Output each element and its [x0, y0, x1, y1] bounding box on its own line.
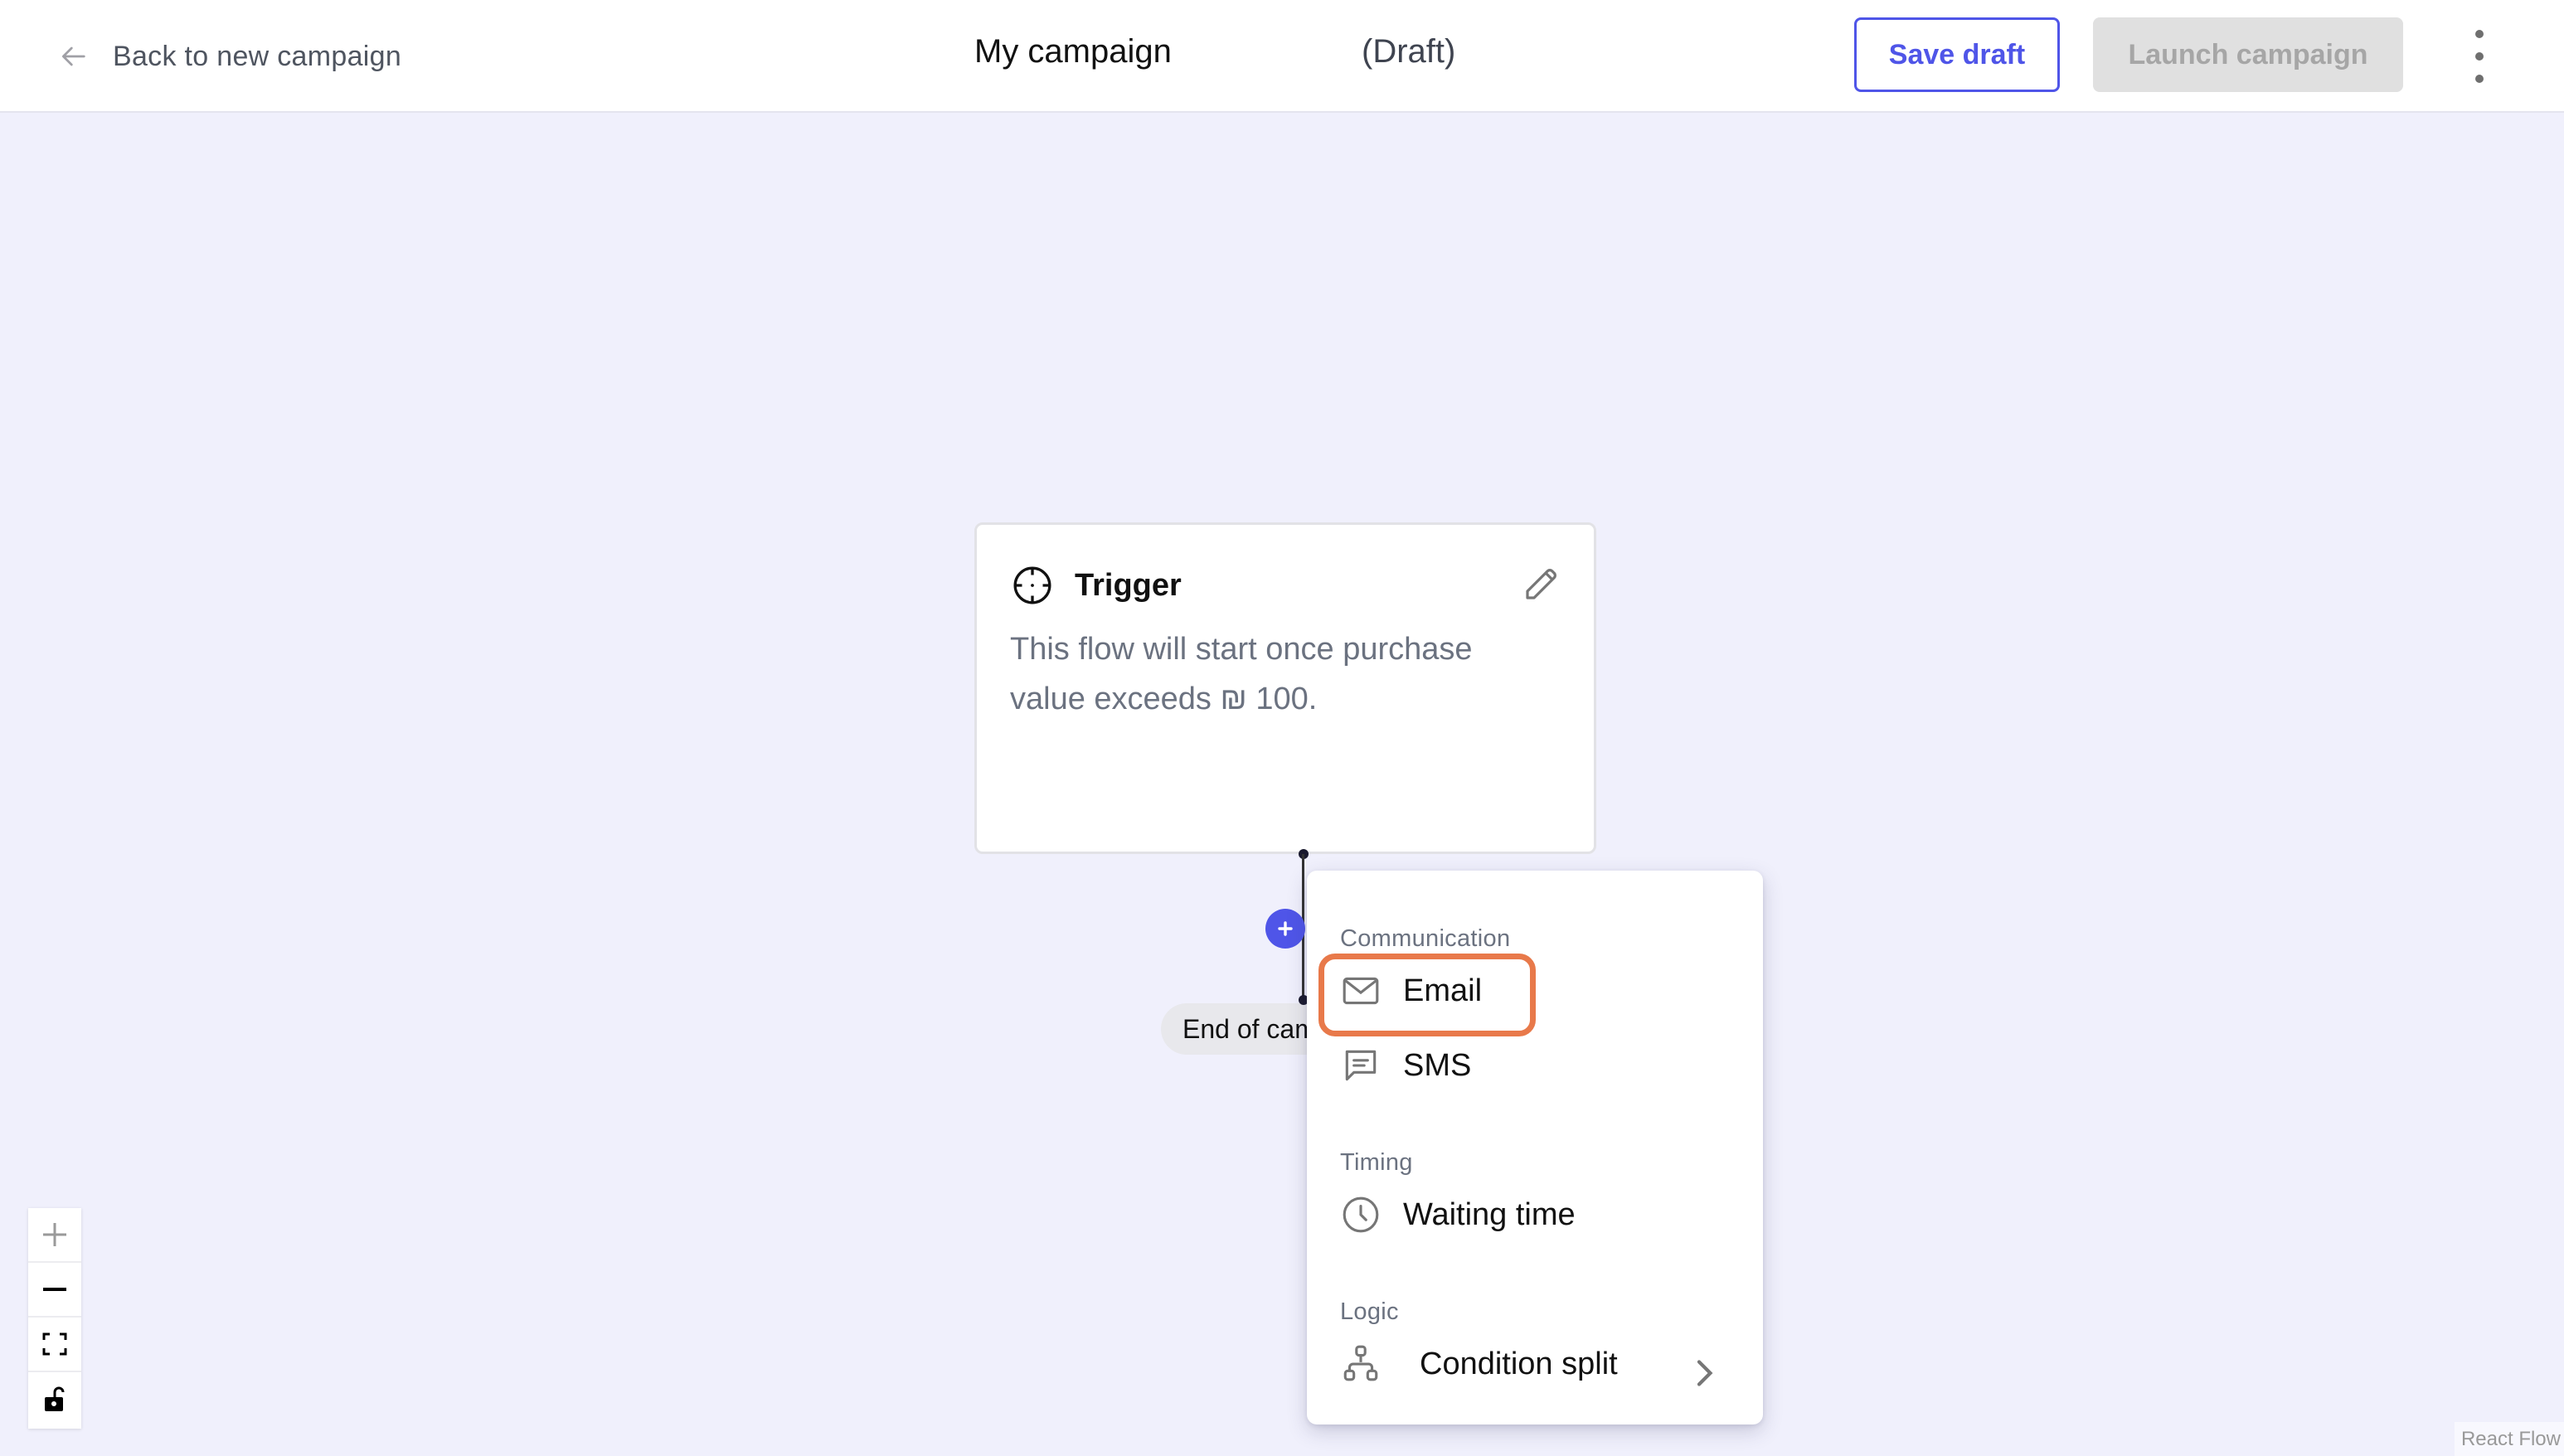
fit-view-button[interactable]	[28, 1318, 81, 1372]
kebab-dot	[2475, 75, 2484, 83]
toggle-interactivity-button[interactable]	[28, 1372, 81, 1427]
section-timing: Timing	[1340, 1149, 1413, 1176]
launch-campaign-button[interactable]: Launch campaign	[2093, 17, 2403, 92]
more-options-button[interactable]	[2463, 30, 2496, 83]
menu-item-email[interactable]: Email	[1340, 970, 1482, 1012]
clock-icon	[1343, 1196, 1379, 1233]
react-flow-attribution[interactable]: React Flow	[2454, 1422, 2564, 1456]
menu-item-sms[interactable]: SMS	[1340, 1045, 1471, 1086]
section-logic: Logic	[1340, 1298, 1399, 1325]
plus-icon	[1278, 921, 1293, 936]
chevron-right-icon[interactable]	[1692, 1358, 1717, 1388]
menu-item-label: SMS	[1403, 1047, 1472, 1083]
crosshair-icon	[1013, 566, 1051, 604]
campaign-status: (Draft)	[1362, 33, 1456, 70]
mail-icon	[1343, 977, 1379, 1005]
fit-view-icon	[42, 1332, 67, 1356]
arrow-left-icon	[62, 46, 85, 66]
chat-icon	[1345, 1050, 1377, 1081]
flow-controls	[28, 1208, 81, 1429]
menu-item-waiting-time[interactable]: Waiting time	[1340, 1194, 1576, 1235]
back-label: Back to new campaign	[113, 40, 402, 72]
trigger-header: Trigger	[1012, 565, 1182, 606]
plus-icon	[43, 1223, 66, 1246]
add-step-menu: Communication Email SMS Timing Waiting t…	[1307, 871, 1763, 1424]
zoom-in-button[interactable]	[28, 1208, 81, 1263]
add-step-button[interactable]	[1265, 909, 1305, 949]
trigger-description: This flow will start once purchase value…	[1010, 632, 1473, 716]
trigger-node[interactable]: Trigger This flow will start once purcha…	[974, 522, 1596, 854]
zoom-out-button[interactable]	[28, 1263, 81, 1318]
campaign-title: My campaign	[974, 33, 1172, 70]
back-to-new-campaign-link[interactable]: Back to new campaign	[56, 32, 401, 81]
pencil-icon[interactable]	[1521, 565, 1561, 604]
top-bar: Back to new campaign My campaign (Draft)…	[0, 0, 2564, 113]
section-communication: Communication	[1340, 925, 1511, 952]
menu-item-condition-split[interactable]: Condition split	[1340, 1343, 1618, 1385]
hierarchy-icon	[1343, 1345, 1378, 1381]
menu-item-label: Email	[1403, 973, 1483, 1008]
unlock-icon	[45, 1386, 65, 1411]
kebab-dot	[2475, 52, 2484, 61]
save-draft-button[interactable]: Save draft	[1854, 17, 2060, 92]
kebab-dot	[2475, 30, 2484, 38]
menu-item-label: Waiting time	[1403, 1196, 1576, 1232]
minus-icon	[43, 1288, 66, 1291]
menu-item-label: Condition split	[1420, 1346, 1618, 1381]
trigger-title: Trigger	[1075, 567, 1182, 603]
